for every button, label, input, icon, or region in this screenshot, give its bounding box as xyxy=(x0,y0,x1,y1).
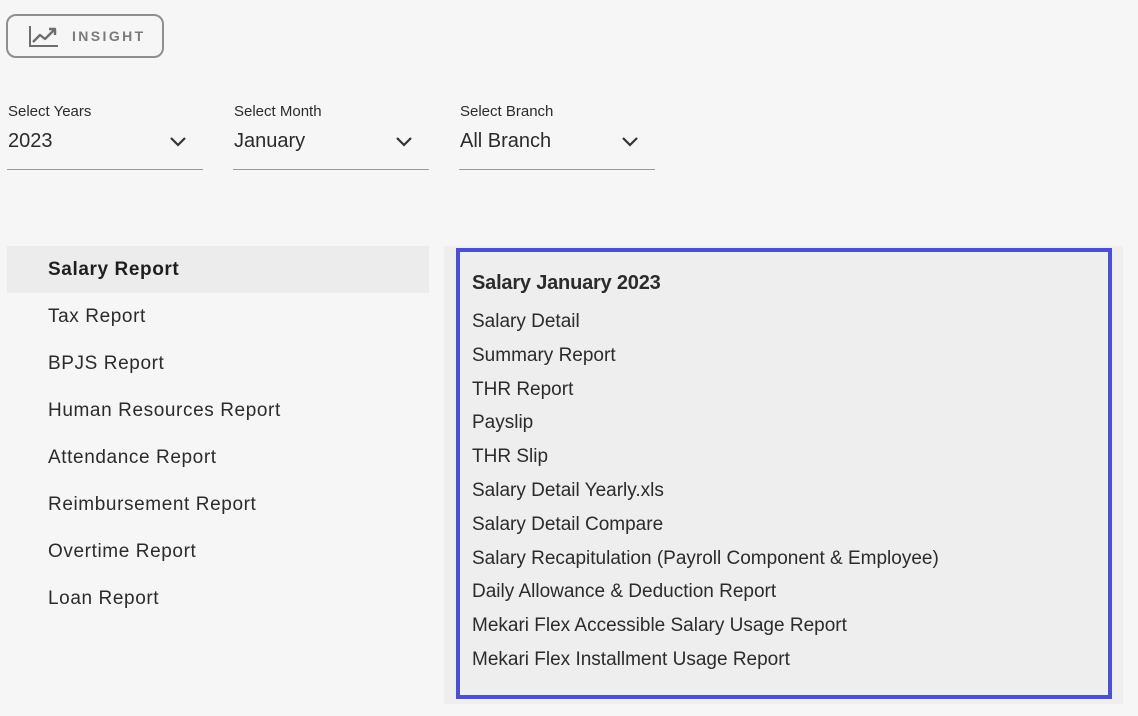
menu-item-human-resources-report[interactable]: Human Resources Report xyxy=(7,387,429,434)
select-month-label: Select Month xyxy=(234,103,322,120)
report-link-salary-detail-yearly[interactable]: Salary Detail Yearly.xls xyxy=(472,476,939,510)
chevron-down-icon xyxy=(170,137,186,147)
select-month-dropdown[interactable]: Select Month January xyxy=(233,98,429,170)
report-category-menu: Salary Report Tax Report BPJS Report Hum… xyxy=(7,246,429,622)
report-list: Salary Detail Summary Report THR Report … xyxy=(472,307,939,679)
report-link-flex-installment-usage[interactable]: Mekari Flex Installment Usage Report xyxy=(472,645,939,679)
report-link-thr-slip[interactable]: THR Slip xyxy=(472,442,939,476)
menu-item-attendance-report[interactable]: Attendance Report xyxy=(7,434,429,481)
report-link-summary-report[interactable]: Summary Report xyxy=(472,341,939,375)
select-month-value: January xyxy=(234,130,306,152)
select-years-dropdown[interactable]: Select Years 2023 xyxy=(7,98,203,170)
report-link-daily-allowance-deduction[interactable]: Daily Allowance & Deduction Report xyxy=(472,577,939,611)
report-link-flex-accessible-salary-usage[interactable]: Mekari Flex Accessible Salary Usage Repo… xyxy=(472,611,939,645)
menu-item-loan-report[interactable]: Loan Report xyxy=(7,575,429,622)
chevron-down-icon xyxy=(622,137,638,147)
report-link-salary-recapitulation[interactable]: Salary Recapitulation (Payroll Component… xyxy=(472,544,939,578)
select-branch-dropdown[interactable]: Select Branch All Branch xyxy=(459,98,655,170)
salary-report-panel: Salary January 2023 Salary Detail Summar… xyxy=(456,248,1112,699)
report-page: INSIGHT Select Years 2023 Select Month J… xyxy=(0,0,1138,716)
menu-item-tax-report[interactable]: Tax Report xyxy=(7,293,429,340)
report-link-thr-report[interactable]: THR Report xyxy=(472,375,939,409)
insight-button-label: INSIGHT xyxy=(72,28,146,44)
chevron-down-icon xyxy=(396,137,412,147)
menu-item-reimbursement-report[interactable]: Reimbursement Report xyxy=(7,481,429,528)
panel-title: Salary January 2023 xyxy=(472,272,661,294)
menu-item-overtime-report[interactable]: Overtime Report xyxy=(7,528,429,575)
report-link-salary-detail[interactable]: Salary Detail xyxy=(472,307,939,341)
menu-item-salary-report[interactable]: Salary Report xyxy=(7,246,429,293)
select-years-label: Select Years xyxy=(8,103,92,120)
select-branch-label: Select Branch xyxy=(460,103,554,120)
menu-item-bpjs-report[interactable]: BPJS Report xyxy=(7,340,429,387)
trend-chart-icon xyxy=(28,24,60,48)
report-link-payslip[interactable]: Payslip xyxy=(472,408,939,442)
insight-button[interactable]: INSIGHT xyxy=(6,14,164,58)
report-link-salary-detail-compare[interactable]: Salary Detail Compare xyxy=(472,510,939,544)
select-years-value: 2023 xyxy=(8,130,53,152)
select-branch-value: All Branch xyxy=(460,130,552,152)
